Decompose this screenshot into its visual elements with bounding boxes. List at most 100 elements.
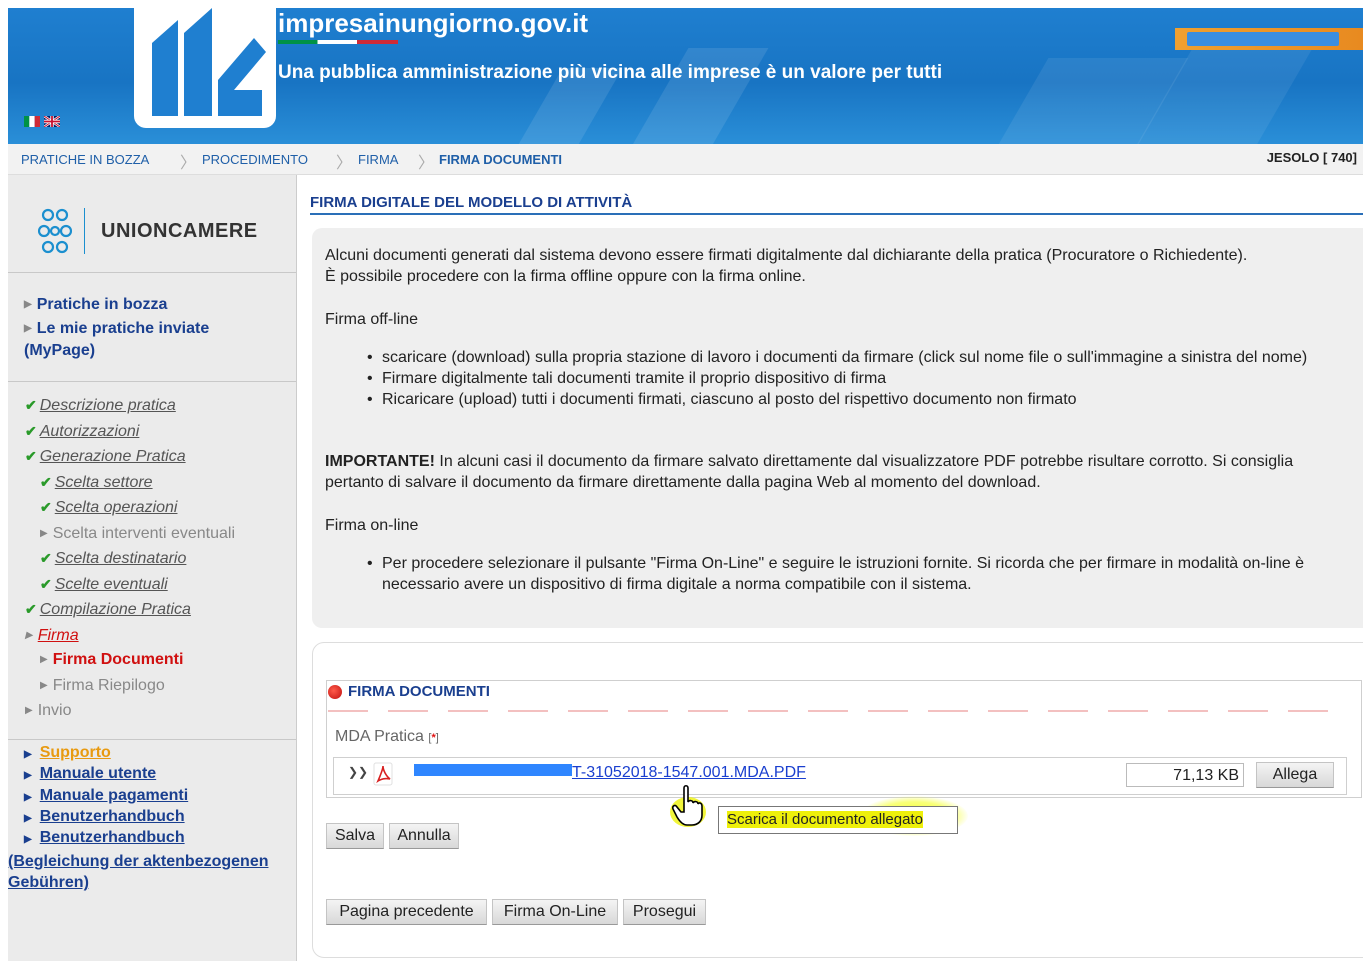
offline-title: Firma off-line <box>325 311 419 328</box>
chevron-right-icon: 〉 <box>336 155 353 172</box>
list-item: scaricare (download) sulla propria stazi… <box>367 347 1358 368</box>
nav-mie-pratiche-inviate[interactable]: ▶ Le mie pratiche inviate (MyPage) <box>24 318 274 362</box>
chevron-right-icon: 〉 <box>180 155 197 172</box>
breadcrumb-item-firma-documenti: FIRMA DOCUMENTI <box>439 152 563 167</box>
step-scelta-interventi-eventuali: ▶ Scelta interventi eventuali <box>40 525 235 543</box>
step-scelta-settore[interactable]: ✔ Scelta settore <box>40 474 153 492</box>
step-generazione-pratica[interactable]: ✔ Generazione Pratica <box>25 448 186 466</box>
divider <box>8 381 296 382</box>
triangle-right-icon: ▶ <box>24 323 32 334</box>
step-label: Firma Documenti <box>52 651 184 668</box>
sign-online-button[interactable]: Firma On-Line <box>492 899 618 925</box>
documents-title: FIRMA DOCUMENTI <box>348 683 490 700</box>
dashed-divider <box>328 710 1338 712</box>
site-logo[interactable] <box>134 8 276 128</box>
cancel-button[interactable]: Annulla <box>389 823 459 849</box>
required-marker: [*] <box>428 732 439 744</box>
attach-button[interactable]: Allega <box>1256 762 1334 788</box>
pdf-file-icon[interactable] <box>372 762 394 786</box>
breadcrumb-item-procedimento[interactable]: PROCEDIMENTO <box>202 152 308 167</box>
online-list: Per procedere selezionare il pulsante "F… <box>367 553 1358 595</box>
step-firma-documenti: ▶ Firma Documenti <box>40 651 183 669</box>
help-label: Benutzerhandbuch <box>39 808 185 825</box>
step-label: Invio <box>37 702 72 719</box>
save-button[interactable]: Salva <box>326 823 384 849</box>
triangle-right-icon: ▶ <box>25 705 33 716</box>
redacted-file-prefix <box>414 764 572 776</box>
expand-chevron-icon[interactable]: ❯❯ <box>348 765 368 779</box>
online-title: Firma on-line <box>325 517 419 534</box>
redacted-user-name: XXXXXXXXXXXXXXXXXXX <box>1187 32 1340 46</box>
download-tooltip: Scarica il documento allegato <box>718 806 958 834</box>
site-header: impresainungiorno.gov.it Una pubblica am… <box>8 8 1363 144</box>
sidebar: UNIONCAMERE ▶ Pratiche in bozza ▶ Le mie p… <box>8 175 297 961</box>
help-label: Manuale pagamenti <box>39 787 189 804</box>
it-flag-icon[interactable] <box>24 116 40 127</box>
help-benutzerhandbuch-gebuehren[interactable]: ▶ Benutzerhandbuch <box>24 829 185 847</box>
checkmark-icon: ✔ <box>40 474 52 490</box>
help-benutzerhandbuch-gebuehren-suffix[interactable]: (Begleichung der aktenbezogenen Gebühren… <box>8 851 294 893</box>
document-download-link[interactable]: T-31052018-1547.001.MDA.PDF <box>414 764 806 782</box>
user-info-tab[interactable]: XXXXXXXXXXXXXXXXXXX <box>1175 28 1363 50</box>
continue-button[interactable]: Prosegui <box>623 899 706 925</box>
triangle-right-icon: ▶ <box>24 834 32 845</box>
divider <box>8 272 296 273</box>
step-label: Scelta destinatario <box>54 550 187 567</box>
list-item: Ricaricare (upload) tutti i documenti fi… <box>367 389 1358 410</box>
help-supporto[interactable]: ▶ Supporto <box>24 744 111 762</box>
checkmark-icon: ✔ <box>25 448 37 464</box>
instructions-box: Alcuni documenti generati dal sistema de… <box>312 228 1363 628</box>
breadcrumb: PRATICHE IN BOZZA 〉 PROCEDIMENTO 〉 FIRMA… <box>8 144 1363 175</box>
page-title: FIRMA DIGITALE DEL MODELLO DI ATTIVITÀ <box>310 194 633 211</box>
intro-line: Alcuni documenti generati dal sistema de… <box>325 247 1248 264</box>
checkmark-icon: ✔ <box>40 576 52 592</box>
important-label: IMPORTANTE! <box>325 453 435 470</box>
file-name-text: T-31052018-1547.001.MDA.PDF <box>572 764 806 781</box>
logo-divider <box>84 208 85 254</box>
help-label: Manuale utente <box>39 765 157 782</box>
help-benutzerhandbuch[interactable]: ▶ Benutzerhandbuch <box>24 808 185 826</box>
step-scelta-operazioni[interactable]: ✔ Scelta operazioni <box>40 499 177 517</box>
breadcrumb-item-firma[interactable]: FIRMA <box>358 152 398 167</box>
step-firma[interactable]: ▶ Firma <box>25 627 79 645</box>
unioncamere-text: UNIONCAMERE <box>101 219 258 242</box>
help-manuale-pagamenti[interactable]: ▶ Manuale pagamenti <box>24 787 188 805</box>
uk-flag-icon[interactable] <box>44 116 60 127</box>
site-tagline: Una pubblica amministrazione più vicina … <box>278 62 943 83</box>
step-descrizione-pratica[interactable]: ✔ Descrizione pratica <box>25 397 176 415</box>
important-text: In alcuni casi il documento da firmare s… <box>325 453 1294 491</box>
important-note: IMPORTANTE! In alcuni casi il documento … <box>325 451 1325 493</box>
unioncamere-logo[interactable]: UNIONCAMERE <box>38 207 258 255</box>
triangle-right-icon: ▶ <box>25 630 33 641</box>
mda-label-text: MDA Pratica <box>335 728 424 745</box>
list-item: Firmare digitalmente tali documenti tram… <box>367 368 1358 389</box>
help-manuale-utente[interactable]: ▶ Manuale utente <box>24 765 156 783</box>
site-title[interactable]: impresainungiorno.gov.it <box>278 8 588 39</box>
breadcrumb-item-pratiche-in-bozza[interactable]: PRATICHE IN BOZZA <box>21 152 149 167</box>
step-label: Firma Riepilogo <box>52 677 165 694</box>
step-compilazione-pratica[interactable]: ✔ Compilazione Pratica <box>25 601 191 619</box>
step-label: Scelte eventuali <box>54 576 168 593</box>
checkmark-icon: ✔ <box>40 499 52 515</box>
help-label: Benutzerhandbuch <box>39 829 185 846</box>
offline-list: scaricare (download) sulla propria stazi… <box>367 347 1358 410</box>
nav-pratiche-in-bozza[interactable]: ▶ Pratiche in bozza <box>24 294 167 316</box>
step-scelte-eventuali[interactable]: ✔ Scelte eventuali <box>40 576 168 594</box>
step-label: Scelta operazioni <box>54 499 178 516</box>
step-label: Firma <box>37 627 79 644</box>
intro-line: È possibile procedere con la firma offli… <box>325 268 806 285</box>
required-asterisk: * <box>431 732 436 744</box>
unioncamere-emblem-icon <box>38 208 72 254</box>
previous-page-button[interactable]: Pagina precedente <box>326 899 487 925</box>
location-label: JESOLO [ 740] <box>1266 150 1357 165</box>
title-underline <box>310 213 1363 215</box>
impresa-logo-icon <box>152 8 266 116</box>
triangle-right-icon: ▶ <box>24 770 32 781</box>
triangle-right-icon: ▶ <box>24 792 32 803</box>
step-scelta-destinatario[interactable]: ✔ Scelta destinatario <box>40 550 186 568</box>
triangle-right-icon: ▶ <box>40 528 48 539</box>
step-label: Compilazione Pratica <box>39 601 191 618</box>
step-autorizzazioni[interactable]: ✔ Autorizzazioni <box>25 423 139 441</box>
step-label: Descrizione pratica <box>39 397 176 414</box>
step-invio: ▶ Invio <box>25 702 72 720</box>
